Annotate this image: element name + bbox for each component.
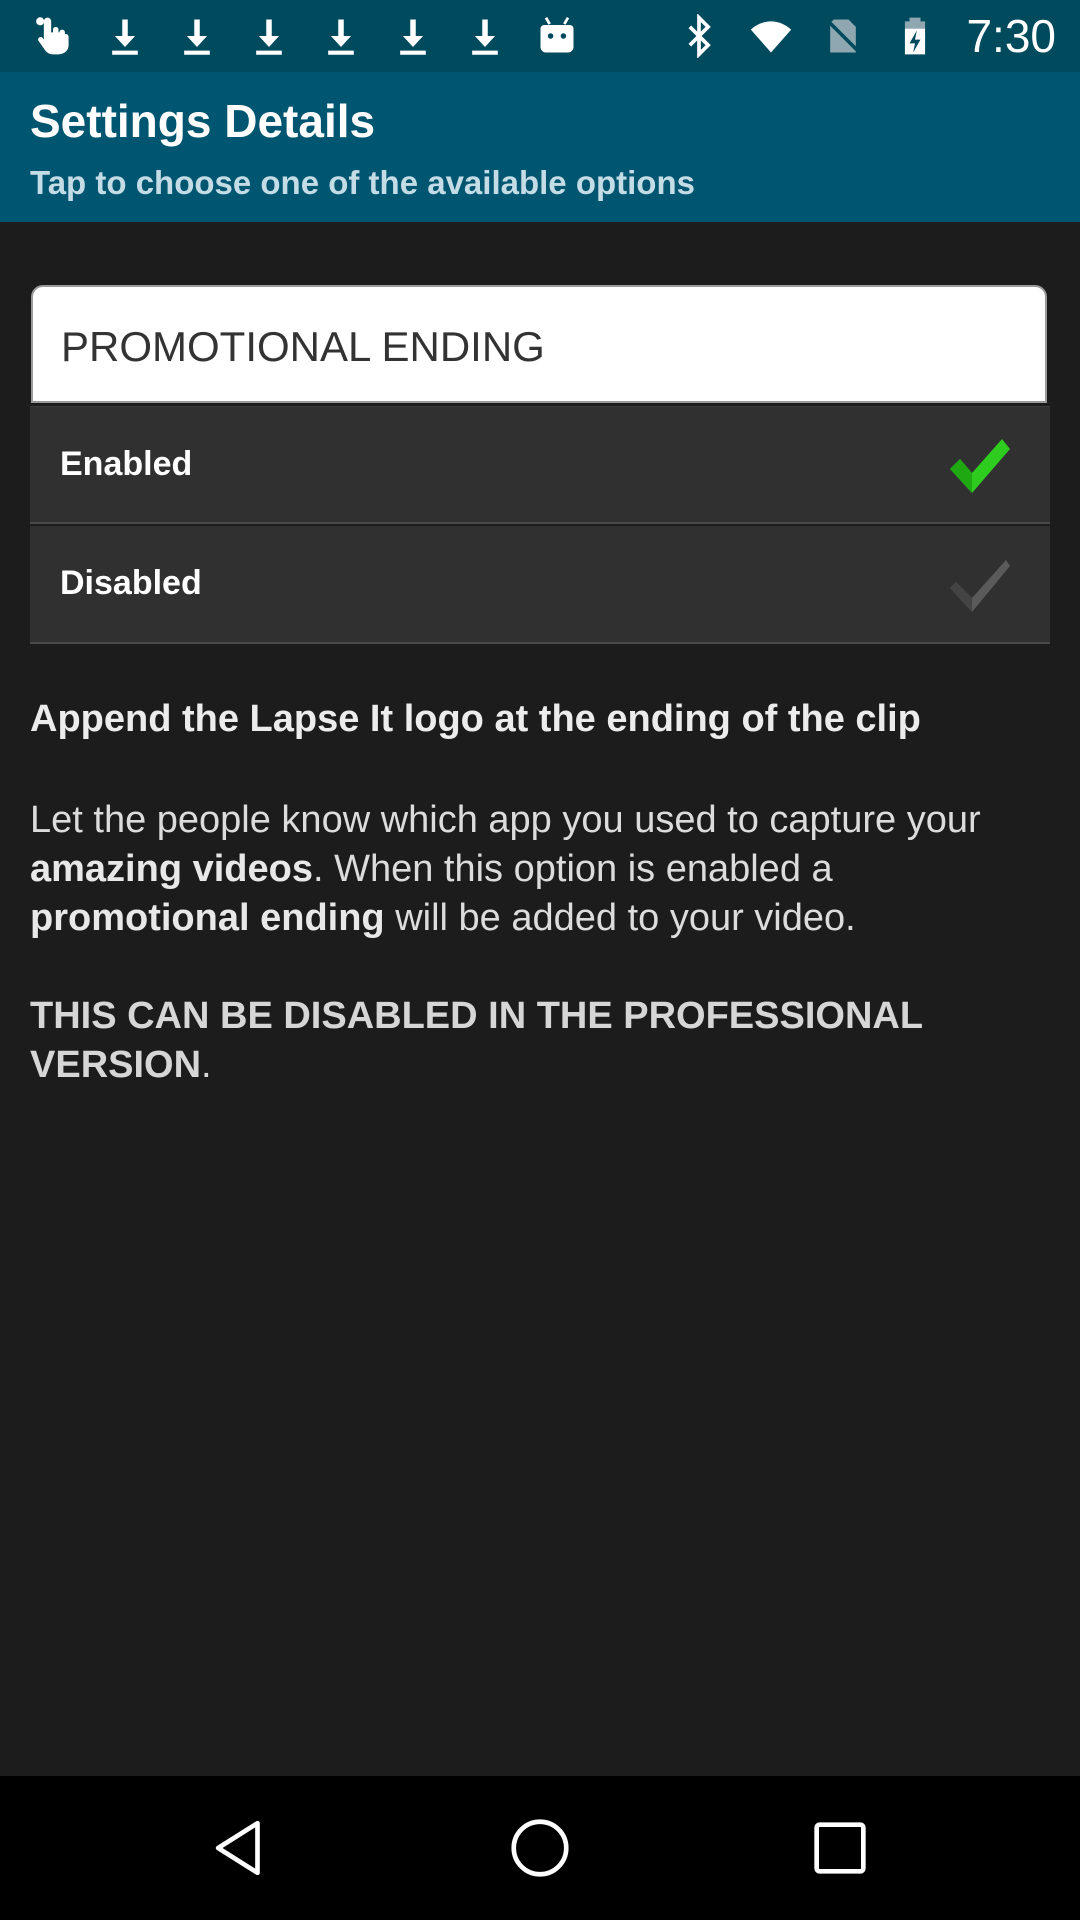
professional-note: THIS CAN BE DISABLED IN THE PROFESSIONAL… bbox=[30, 992, 1030, 1090]
checkmark-selected-icon bbox=[950, 439, 1010, 493]
notification-icons bbox=[28, 10, 582, 62]
download-icon bbox=[172, 11, 222, 61]
description-bold-text: promotional ending bbox=[30, 897, 385, 939]
no-sim-icon bbox=[818, 11, 868, 61]
android-icon bbox=[532, 11, 582, 61]
clock: 7:30 bbox=[966, 10, 1056, 62]
touch-icon bbox=[28, 11, 78, 61]
bluetooth-icon bbox=[674, 11, 724, 61]
description-heading: Append the Lapse It logo at the ending o… bbox=[30, 698, 921, 740]
note-period: . bbox=[201, 1044, 212, 1086]
home-icon bbox=[511, 1819, 569, 1877]
setting-name-header: PROMOTIONAL ENDING bbox=[31, 285, 1047, 403]
option-disabled[interactable]: Disabled bbox=[30, 526, 1050, 644]
description-text: Let the people know which app you used t… bbox=[30, 799, 981, 841]
wifi-icon bbox=[746, 11, 796, 61]
checkmark-unselected-icon bbox=[950, 560, 1010, 612]
page-title: Settings Details bbox=[30, 95, 376, 147]
recents-button[interactable] bbox=[798, 1806, 882, 1890]
system-icons: 7:30 bbox=[674, 10, 1056, 62]
download-icon bbox=[316, 11, 366, 61]
home-button[interactable] bbox=[498, 1806, 582, 1890]
download-icon bbox=[244, 11, 294, 61]
back-icon bbox=[215, 1820, 260, 1876]
option-enabled[interactable]: Enabled bbox=[30, 406, 1050, 524]
description-body: Let the people know which app you used t… bbox=[30, 796, 1050, 943]
setting-name: PROMOTIONAL ENDING bbox=[61, 323, 545, 370]
page-subtitle: Tap to choose one of the available optio… bbox=[30, 164, 695, 201]
option-label: Disabled bbox=[60, 564, 202, 602]
app-header: Settings Details Tap to choose one of th… bbox=[0, 72, 1080, 222]
status-bar: 7:30 bbox=[0, 0, 1080, 72]
description-bold-text: amazing videos bbox=[30, 848, 313, 890]
option-label: Enabled bbox=[60, 445, 193, 483]
download-icon bbox=[100, 11, 150, 61]
description-text: will be added to your video. bbox=[384, 897, 856, 939]
recents-icon bbox=[814, 1822, 866, 1874]
back-button[interactable] bbox=[198, 1806, 282, 1890]
download-icon bbox=[388, 11, 438, 61]
download-icon bbox=[460, 11, 510, 61]
description-text: . When this option is enabled a bbox=[312, 848, 833, 890]
navigation-bar bbox=[0, 1776, 1080, 1920]
note-text: THIS CAN BE DISABLED IN THE PROFESSIONAL… bbox=[30, 995, 923, 1086]
battery-charging-icon bbox=[890, 11, 940, 61]
